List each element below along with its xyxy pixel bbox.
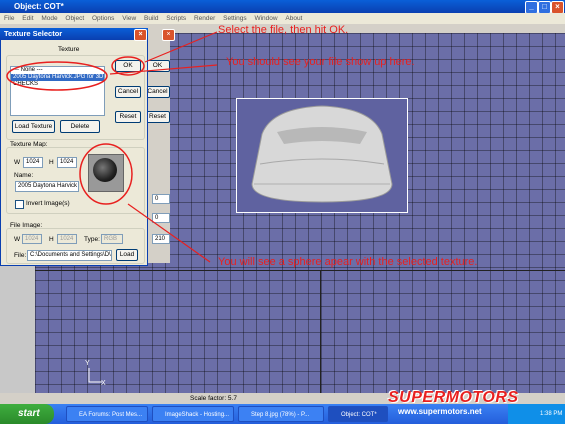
supermotors-logo: SUPERMOTORS: [388, 389, 519, 406]
taskbar-item[interactable]: EA Forums: Post Mes...: [66, 406, 148, 422]
annotation-sphere: You will see a sphere apear with the sel…: [218, 256, 478, 268]
annotation-arrow-3: [127, 203, 211, 263]
taskbar-item[interactable]: Step 8.jpg (78%) - P...: [238, 406, 324, 422]
annotation-file-shows: You should see your file show up here.: [226, 56, 415, 68]
start-label: start: [18, 408, 40, 419]
clock: 1:38 PM: [540, 411, 563, 417]
annotation-arrow-2: [109, 64, 218, 75]
annotation-circle-sphere: [79, 143, 133, 205]
taskbar-item-active[interactable]: Object: COT*: [328, 406, 388, 422]
annotation-arrow-1: [144, 31, 218, 63]
annotation-circle-list: [6, 61, 108, 91]
annotation-select-file: Select the file, then hit OK.: [218, 24, 349, 36]
taskbar-item[interactable]: ImageShack - Hosting...: [152, 406, 234, 422]
start-button[interactable]: start: [0, 404, 54, 424]
watermark-url: www.supermotors.net: [398, 407, 482, 416]
system-tray: 1:38 PM: [508, 404, 565, 424]
